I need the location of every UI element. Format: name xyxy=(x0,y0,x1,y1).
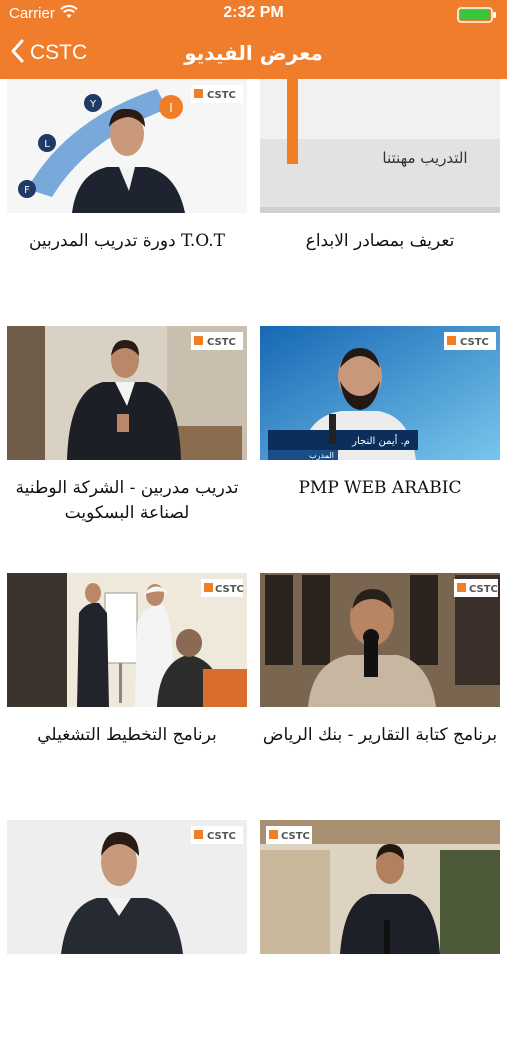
status-bar: Carrier 2:32 PM xyxy=(0,0,507,28)
video-title: تدريب مدربين - الشركة الوطنية لصناعة الب… xyxy=(15,478,239,523)
video-item[interactable]: CSTC برنامج التخطيط التشغيلي xyxy=(7,573,247,808)
cstc-badge: CSTC xyxy=(469,584,498,595)
video-title: برنامج كتابة التقارير - بنك الرياض xyxy=(262,725,498,745)
video-title: تعريف بمصادر الابداع xyxy=(305,231,455,251)
video-title: PMP WEB ARABIC xyxy=(298,478,462,498)
cstc-badge: CSTC xyxy=(215,584,244,595)
video-item[interactable]: F L Y I CSTC دورة تدريب المدربين T.O.T xyxy=(7,79,247,314)
video-item[interactable]: CSTC xyxy=(7,820,247,1055)
video-item[interactable]: CSTC برنامج كتابة التقارير - بنك الرياض xyxy=(260,573,500,808)
cstc-badge: CSTC xyxy=(207,337,236,348)
clock-time: 2:32 PM xyxy=(223,4,284,21)
cstc-badge: CSTC xyxy=(460,337,489,348)
video-thumbnail[interactable]: CSTC xyxy=(260,573,500,707)
cstc-badge: CSTC xyxy=(207,831,236,842)
video-thumbnail[interactable]: CSTC xyxy=(7,573,247,707)
video-thumbnail[interactable]: CSTC xyxy=(7,820,247,954)
thumb-letter: L xyxy=(44,139,50,150)
page-title: معرض الفيديو xyxy=(184,41,323,65)
video-thumbnail[interactable]: CSTC xyxy=(7,326,247,460)
lower-third-title: المدرب xyxy=(309,451,334,460)
video-thumbnail[interactable]: F L Y I CSTC xyxy=(7,79,247,213)
cstc-badge: CSTC xyxy=(207,90,236,101)
thumb-letter: F xyxy=(24,185,30,196)
video-thumbnail[interactable]: CSTC م. أيمن النجار المدرب xyxy=(260,326,500,460)
video-title: دورة تدريب المدربين T.O.T xyxy=(28,231,225,251)
battery-icon xyxy=(457,7,497,23)
video-title: برنامج التخطيط التشغيلي xyxy=(37,725,217,745)
video-thumbnail[interactable]: CSTC xyxy=(260,820,500,954)
video-item[interactable]: التدريب مهنتنا تعريف بمصادر الابداع xyxy=(260,79,500,314)
video-item[interactable]: CSTC xyxy=(260,820,500,1055)
thumb-letter: Y xyxy=(89,99,97,110)
video-item[interactable]: CSTC تدريب مدربين - الشركة الوطنية لصناع… xyxy=(7,326,247,561)
cstc-badge: CSTC xyxy=(281,831,310,842)
navigation-bar: CSTC معرض الفيديو xyxy=(0,28,507,79)
thumb-overlay-text: التدريب مهنتنا xyxy=(382,149,467,167)
video-item[interactable]: CSTC م. أيمن النجار المدرب PMP WEB ARABI… xyxy=(260,326,500,561)
lower-third-name: م. أيمن النجار xyxy=(351,434,410,447)
thumb-letter: I xyxy=(169,101,173,115)
video-thumbnail[interactable]: التدريب مهنتنا xyxy=(260,79,500,213)
